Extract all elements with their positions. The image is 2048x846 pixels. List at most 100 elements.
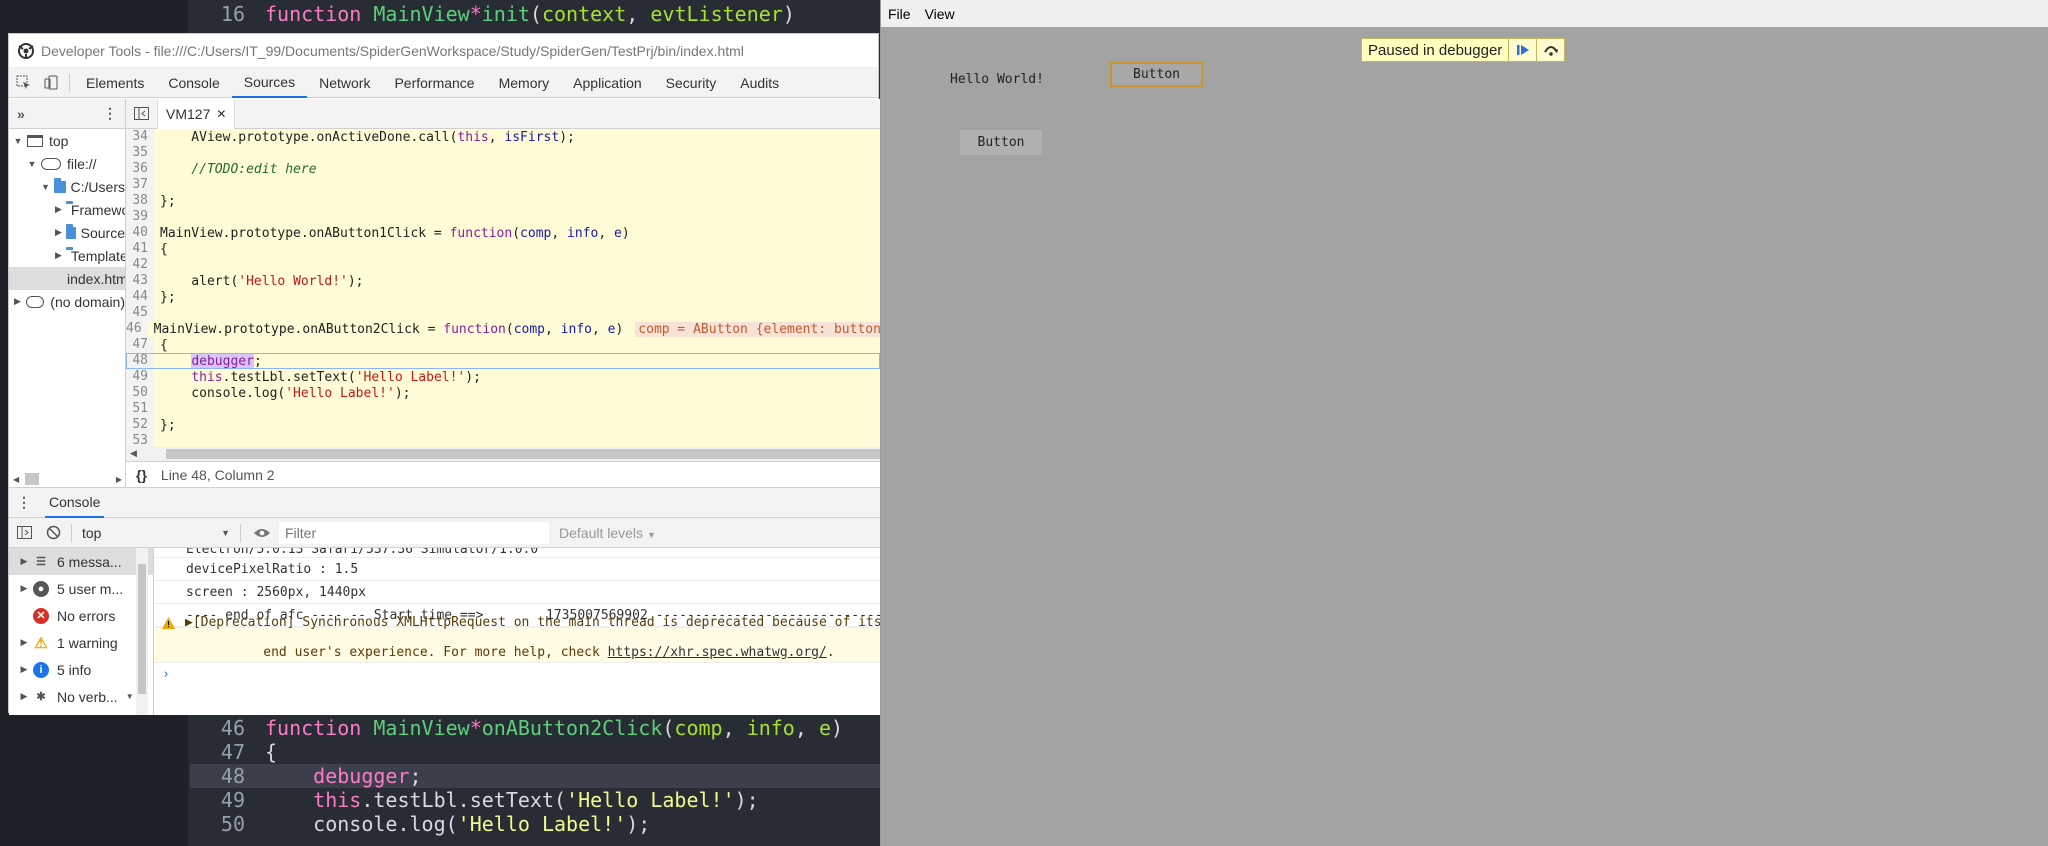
collapsed-arrow-icon[interactable]: ▶: [19, 664, 29, 675]
scroll-thumb[interactable]: [138, 564, 146, 694]
tree-item[interactable]: ▼ file://: [9, 152, 125, 175]
code-line: 35: [126, 145, 880, 161]
console-filter-input[interactable]: [279, 521, 549, 544]
line-number[interactable]: 49: [126, 369, 154, 385]
line-number[interactable]: 45: [126, 305, 154, 321]
inspect-element-icon[interactable]: [15, 75, 31, 91]
line-number[interactable]: 37: [126, 177, 154, 193]
scroll-thumb[interactable]: [166, 449, 880, 459]
code-text: {: [160, 241, 168, 257]
expanded-arrow-icon[interactable]: ▼: [13, 136, 23, 146]
drawer-tab-console[interactable]: Console: [45, 488, 105, 518]
tree-item[interactable]: index.html: [9, 267, 125, 290]
toggle-sidebar-icon[interactable]: [17, 526, 32, 539]
console-filter-item[interactable]: ▶ ✱ No verb... ▼: [9, 683, 153, 710]
live-expression-eye-icon[interactable]: [253, 527, 271, 539]
navigator-hscrollbar[interactable]: ◀ ▶: [9, 471, 126, 487]
collapsed-arrow-icon[interactable]: ▶: [55, 204, 62, 215]
toggle-navigator-icon[interactable]: [134, 107, 149, 120]
more-tabs-icon[interactable]: »: [17, 106, 25, 122]
code-view[interactable]: 34 AView.prototype.onActiveDone.call(thi…: [126, 129, 880, 447]
line-number[interactable]: 46: [126, 321, 148, 337]
drawer-menu-icon[interactable]: ⋮: [17, 494, 31, 511]
tree-item[interactable]: ▶ (no domain): [9, 290, 125, 313]
sidebar-scrollbar[interactable]: [136, 548, 148, 715]
line-number[interactable]: 40: [126, 225, 154, 241]
scroll-left-icon[interactable]: ◀: [13, 475, 19, 484]
expanded-arrow-icon[interactable]: ▼: [41, 182, 50, 192]
code-hscrollbar[interactable]: ◀: [126, 447, 880, 461]
line-number[interactable]: 42: [126, 257, 154, 273]
close-icon[interactable]: ✕: [216, 107, 226, 121]
scroll-thumb[interactable]: [25, 473, 39, 485]
context-select[interactable]: top ▼: [76, 525, 236, 541]
line-number[interactable]: 38: [126, 193, 154, 209]
tree-item[interactable]: ▼ top: [9, 129, 125, 152]
menu-view[interactable]: View: [918, 6, 962, 22]
tab-audits[interactable]: Audits: [728, 68, 791, 98]
tab-application[interactable]: Application: [561, 68, 654, 98]
tree-item[interactable]: ▶ Framework: [9, 198, 125, 221]
chevron-down-icon[interactable]: ▼: [126, 692, 134, 701]
tree-item[interactable]: ▶ Source: [9, 221, 125, 244]
line-number[interactable]: 36: [126, 161, 154, 177]
source-tab-vm127[interactable]: VM127 ✕: [157, 98, 236, 129]
clear-console-icon[interactable]: [46, 525, 61, 540]
code-token: );: [734, 788, 759, 812]
step-over-icon[interactable]: [1536, 39, 1565, 61]
collapsed-arrow-icon[interactable]: ▶: [19, 691, 29, 702]
console-filter-item[interactable]: ▶ ● 5 user m...: [9, 575, 153, 602]
tab-sources[interactable]: Sources: [231, 68, 308, 98]
list-icon: ☰: [36, 556, 46, 568]
tab-elements[interactable]: Elements: [74, 68, 156, 98]
log-levels-dropdown[interactable]: Default levels ▼: [559, 525, 656, 541]
button-2[interactable]: Button: [960, 130, 1042, 155]
device-toolbar-icon[interactable]: [43, 75, 59, 91]
console-filter-item[interactable]: ✕ No errors: [9, 602, 153, 629]
line-number[interactable]: 43: [126, 273, 154, 289]
console-messages: Electron/5.0.13 Safari/537.36 Simulator/…: [154, 548, 880, 715]
code-text: console.log('Hello Label!');: [160, 385, 411, 401]
line-number[interactable]: 44: [126, 289, 154, 305]
line-number[interactable]: 53: [126, 433, 154, 447]
hello-world-label: Hello World!: [950, 72, 1044, 87]
line-number[interactable]: 52: [126, 417, 154, 433]
collapsed-arrow-icon[interactable]: ▶: [13, 296, 22, 307]
collapsed-arrow-icon[interactable]: ▶: [19, 556, 29, 567]
console-filter-item[interactable]: ▶ ⚠ 1 warning: [9, 629, 153, 656]
pretty-print-icon[interactable]: {}: [136, 467, 147, 483]
menu-file[interactable]: File: [881, 6, 918, 22]
code-token: (: [529, 2, 542, 26]
warning-link[interactable]: https://xhr.spec.whatwg.org/: [608, 645, 827, 660]
line-number[interactable]: 47: [126, 337, 154, 353]
collapsed-arrow-icon[interactable]: ▶: [55, 250, 62, 261]
tab-memory[interactable]: Memory: [487, 68, 562, 98]
resume-icon[interactable]: [1508, 39, 1537, 61]
chevron-down-icon: ▼: [221, 527, 230, 538]
console-filter-item[interactable]: ▶ i 5 info: [9, 656, 153, 683]
collapsed-arrow-icon[interactable]: ▶: [19, 583, 29, 594]
tree-item[interactable]: ▼ C:/Users: [9, 175, 125, 198]
line-number[interactable]: 35: [126, 145, 154, 161]
code-line: 38};: [126, 193, 880, 209]
line-number[interactable]: 34: [126, 129, 154, 145]
button-1[interactable]: Button: [1110, 62, 1203, 87]
scroll-right-icon[interactable]: ▶: [116, 475, 122, 484]
line-number[interactable]: 48: [126, 353, 154, 369]
expanded-arrow-icon[interactable]: ▼: [27, 159, 37, 169]
tree-item[interactable]: ▶ Template: [9, 244, 125, 267]
collapsed-arrow-icon[interactable]: ▶: [55, 227, 62, 238]
scroll-left-icon[interactable]: ◀: [130, 448, 137, 459]
line-number[interactable]: 41: [126, 241, 154, 257]
console-filter-item[interactable]: ▶ ☰ 6 messa...: [9, 548, 153, 575]
line-number[interactable]: 51: [126, 401, 154, 417]
tab-console[interactable]: Console: [156, 68, 231, 98]
tab-security[interactable]: Security: [654, 68, 729, 98]
console-log-line: Electron/5.0.13 Safari/537.36 Simulator/…: [154, 548, 880, 558]
tab-performance[interactable]: Performance: [382, 68, 486, 98]
line-number[interactable]: 39: [126, 209, 154, 225]
line-number[interactable]: 50: [126, 385, 154, 401]
collapsed-arrow-icon[interactable]: ▶: [19, 637, 29, 648]
navigator-menu-icon[interactable]: ⋮: [103, 105, 117, 122]
tab-network[interactable]: Network: [307, 68, 382, 98]
